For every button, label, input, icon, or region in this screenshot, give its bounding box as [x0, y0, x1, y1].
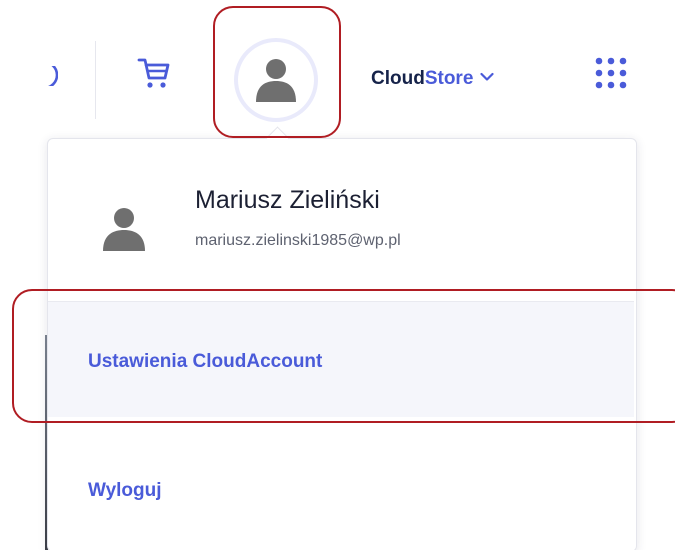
brand-switcher[interactable]: CloudStore [371, 64, 495, 90]
user-avatar-icon [96, 200, 152, 256]
chevron-down-icon [480, 64, 495, 81]
user-name: Mariusz Zieliński [195, 186, 380, 214]
avatar-highlight-box [213, 6, 341, 138]
header-divider [95, 41, 96, 119]
brand-suffix: Store [424, 68, 474, 89]
brand-prefix: Cloud [371, 68, 425, 89]
search-icon[interactable] [22, 60, 59, 90]
cart-icon[interactable] [136, 56, 172, 92]
logout-link[interactable]: Wyloguj [88, 480, 162, 502]
apps-grid-icon[interactable] [593, 55, 633, 95]
user-email: mariusz.zielinski1985@wp.pl [195, 232, 401, 249]
settings-highlight-box [12, 289, 675, 423]
app-viewport: CloudStore Mariusz Zieliński mariusz.zie… [0, 0, 675, 550]
